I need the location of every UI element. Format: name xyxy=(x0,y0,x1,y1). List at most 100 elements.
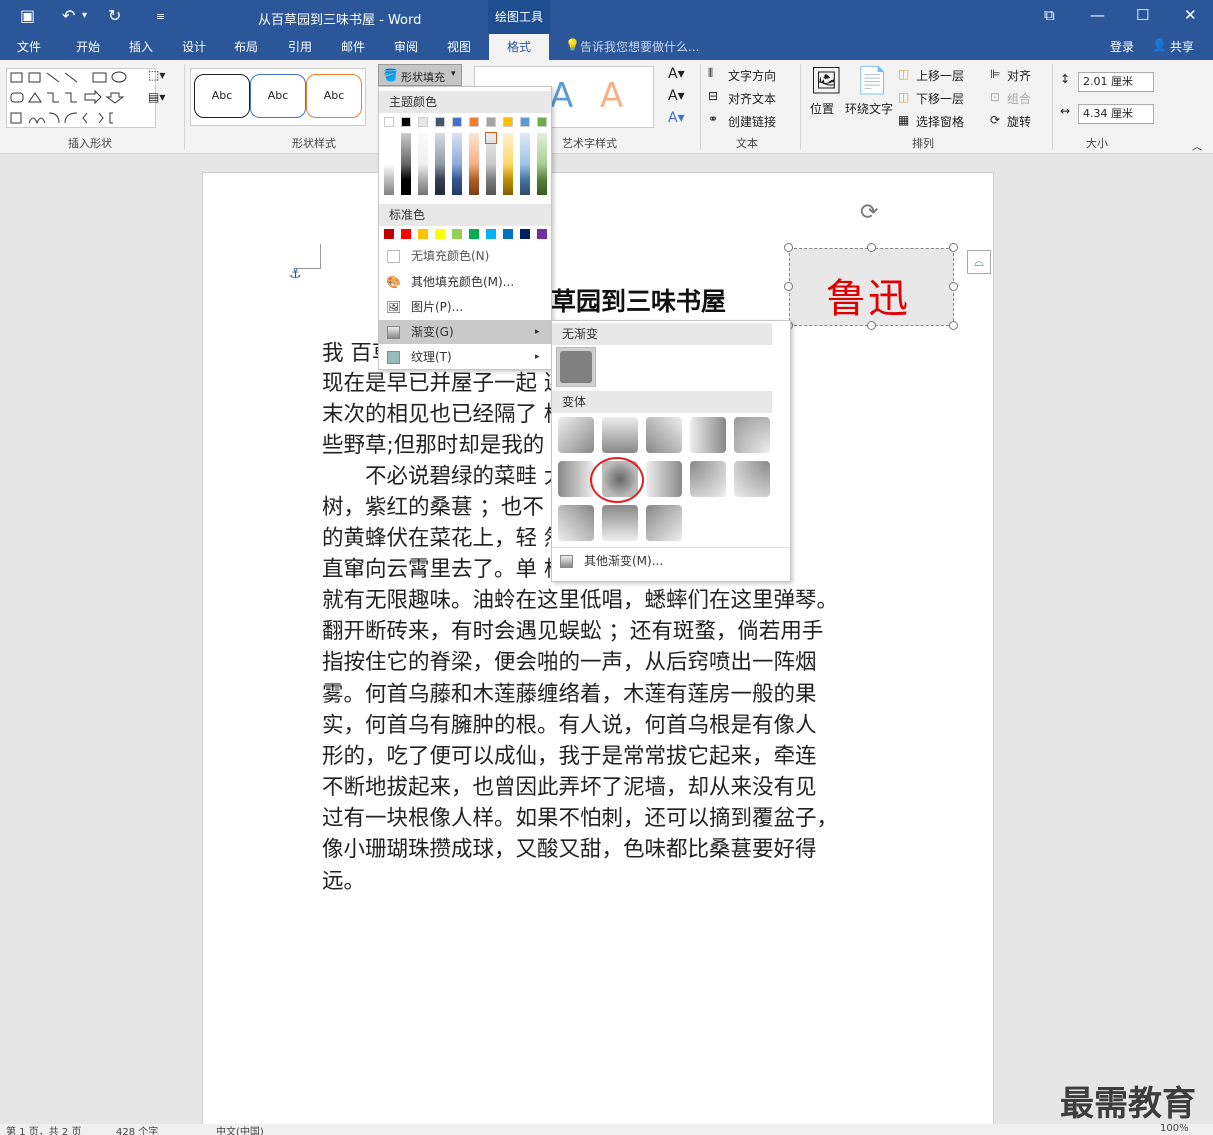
wrap-text-icon[interactable]: 📄 xyxy=(856,66,888,96)
gradient-variant[interactable] xyxy=(734,417,770,453)
rotate-handle-icon[interactable]: ⟳ xyxy=(860,200,878,225)
gradient-variant[interactable] xyxy=(690,461,726,497)
standard-color-swatch[interactable] xyxy=(452,229,462,239)
theme-color-shades[interactable] xyxy=(452,133,462,195)
theme-color-shades[interactable] xyxy=(401,133,411,195)
align-text-icon[interactable]: ⊟ xyxy=(708,89,718,103)
gradient-variant[interactable] xyxy=(646,417,682,453)
no-fill-item[interactable]: 无填充颜色(N) xyxy=(379,244,551,268)
link-icon[interactable]: ⚭ xyxy=(708,112,718,126)
width-input[interactable]: 4.34 厘米 xyxy=(1078,104,1154,124)
resize-handle[interactable] xyxy=(949,282,958,291)
more-gradients-item[interactable]: 其他渐变(M)... xyxy=(552,549,790,573)
text-outline-icon[interactable]: A▾ xyxy=(668,88,685,104)
redo-icon[interactable]: ↻ xyxy=(108,6,121,25)
theme-color-swatch[interactable] xyxy=(486,117,496,127)
tab-format[interactable]: 格式 xyxy=(489,34,549,60)
rotate-button[interactable]: 旋转 xyxy=(1007,113,1031,130)
send-backward-icon[interactable]: ◫ xyxy=(898,90,909,104)
tab-home[interactable]: 开始 xyxy=(76,38,100,55)
wordart-style-blue[interactable]: A xyxy=(550,76,573,116)
theme-color-swatch[interactable] xyxy=(418,117,428,127)
send-backward-button[interactable]: 下移一层 xyxy=(916,90,964,107)
texture-item[interactable]: 纹理(T) ▸ xyxy=(379,345,551,369)
gradient-item[interactable]: 渐变(G) ▸ xyxy=(379,320,551,344)
standard-color-swatch[interactable] xyxy=(435,229,445,239)
resize-handle[interactable] xyxy=(867,243,876,252)
minimize-icon[interactable]: — xyxy=(1090,6,1105,24)
bring-forward-icon[interactable]: ◫ xyxy=(898,67,909,81)
theme-color-swatch[interactable] xyxy=(469,117,479,127)
gradient-variant[interactable] xyxy=(646,461,682,497)
draw-textbox-icon[interactable]: ▤▾ xyxy=(148,90,165,104)
standard-color-swatch[interactable] xyxy=(537,229,547,239)
theme-color-shades[interactable] xyxy=(418,133,428,195)
edit-shape-icon[interactable]: ⬚▾ xyxy=(148,68,165,82)
bring-forward-button[interactable]: 上移一层 xyxy=(916,67,964,84)
tab-mailings[interactable]: 邮件 xyxy=(341,38,365,55)
standard-color-swatch[interactable] xyxy=(520,229,530,239)
gradient-variant[interactable] xyxy=(690,417,726,453)
align-button[interactable]: 对齐 xyxy=(1007,67,1031,84)
picture-item[interactable]: 🖼 图片(P)... xyxy=(379,295,551,319)
tab-file[interactable]: 文件 xyxy=(17,38,41,55)
share-button[interactable]: 共享 xyxy=(1170,38,1194,55)
theme-color-swatch[interactable] xyxy=(520,117,530,127)
wordart-style-orange[interactable]: A xyxy=(600,76,623,116)
theme-color-swatch[interactable] xyxy=(503,117,513,127)
text-direction-button[interactable]: 文字方向 xyxy=(728,67,776,84)
theme-color-shades[interactable] xyxy=(520,133,530,195)
align-icon[interactable]: ⊫ xyxy=(990,67,1000,81)
standard-color-swatch[interactable] xyxy=(469,229,479,239)
gradient-variant[interactable] xyxy=(558,505,594,541)
maximize-icon[interactable]: ☐ xyxy=(1136,6,1149,24)
tell-me-input[interactable]: 告诉我您想要做什么... xyxy=(580,38,699,55)
resize-handle[interactable] xyxy=(784,243,793,252)
selection-pane-icon[interactable]: ▦ xyxy=(898,113,909,127)
resize-handle[interactable] xyxy=(949,321,958,330)
theme-color-swatch[interactable] xyxy=(537,117,547,127)
standard-color-swatch[interactable] xyxy=(384,229,394,239)
theme-color-shades[interactable] xyxy=(469,133,479,195)
standard-color-swatch[interactable] xyxy=(486,229,496,239)
undo-dropdown-icon[interactable]: ▾ xyxy=(82,10,87,21)
rotate-icon[interactable]: ⟳ xyxy=(990,113,1000,127)
position-icon[interactable]: 🖼 xyxy=(810,66,843,96)
gradient-variant[interactable] xyxy=(734,461,770,497)
customize-qat-icon[interactable]: ≡ xyxy=(156,10,165,23)
style-preview-2[interactable]: Abc xyxy=(250,74,306,118)
gradient-variant[interactable] xyxy=(558,461,594,497)
text-effects-icon[interactable]: A▾ xyxy=(668,110,685,126)
style-preview-1[interactable]: Abc xyxy=(194,74,250,118)
standard-color-swatch[interactable] xyxy=(418,229,428,239)
theme-color-swatch[interactable] xyxy=(452,117,462,127)
create-link-button[interactable]: 创建链接 xyxy=(728,113,776,130)
theme-color-swatch[interactable] xyxy=(384,117,394,127)
standard-color-swatch[interactable] xyxy=(503,229,513,239)
tab-view[interactable]: 视图 xyxy=(447,38,471,55)
resize-handle[interactable] xyxy=(867,321,876,330)
text-direction-icon[interactable]: ⫴ xyxy=(708,66,713,81)
anchor-icon[interactable]: ⚓ xyxy=(289,266,302,282)
text-box-content[interactable]: 鲁迅 xyxy=(826,266,910,324)
group-button[interactable]: 组合 xyxy=(1007,90,1031,107)
resize-handle[interactable] xyxy=(949,243,958,252)
collapse-ribbon-icon[interactable]: ︿ xyxy=(1192,138,1202,153)
tab-layout[interactable]: 布局 xyxy=(234,38,258,55)
close-icon[interactable]: ✕ xyxy=(1184,6,1197,24)
height-input[interactable]: 2.01 厘米 xyxy=(1078,72,1154,92)
tab-insert[interactable]: 插入 xyxy=(129,38,153,55)
undo-icon[interactable]: ↶ xyxy=(62,6,75,25)
theme-color-swatch[interactable] xyxy=(401,117,411,127)
gradient-variant[interactable] xyxy=(558,417,594,453)
theme-color-shades[interactable] xyxy=(537,133,547,195)
wrap-text-button[interactable]: 环绕文字 xyxy=(845,100,893,117)
tab-review[interactable]: 审阅 xyxy=(394,38,418,55)
standard-color-swatch[interactable] xyxy=(401,229,411,239)
tab-references[interactable]: 引用 xyxy=(288,38,312,55)
style-preview-3[interactable]: Abc xyxy=(306,74,362,118)
gradient-variant[interactable] xyxy=(602,417,638,453)
theme-color-shades[interactable] xyxy=(384,133,394,195)
no-gradient-option[interactable] xyxy=(556,347,596,387)
layout-options-icon[interactable]: ⌓ xyxy=(967,250,991,274)
